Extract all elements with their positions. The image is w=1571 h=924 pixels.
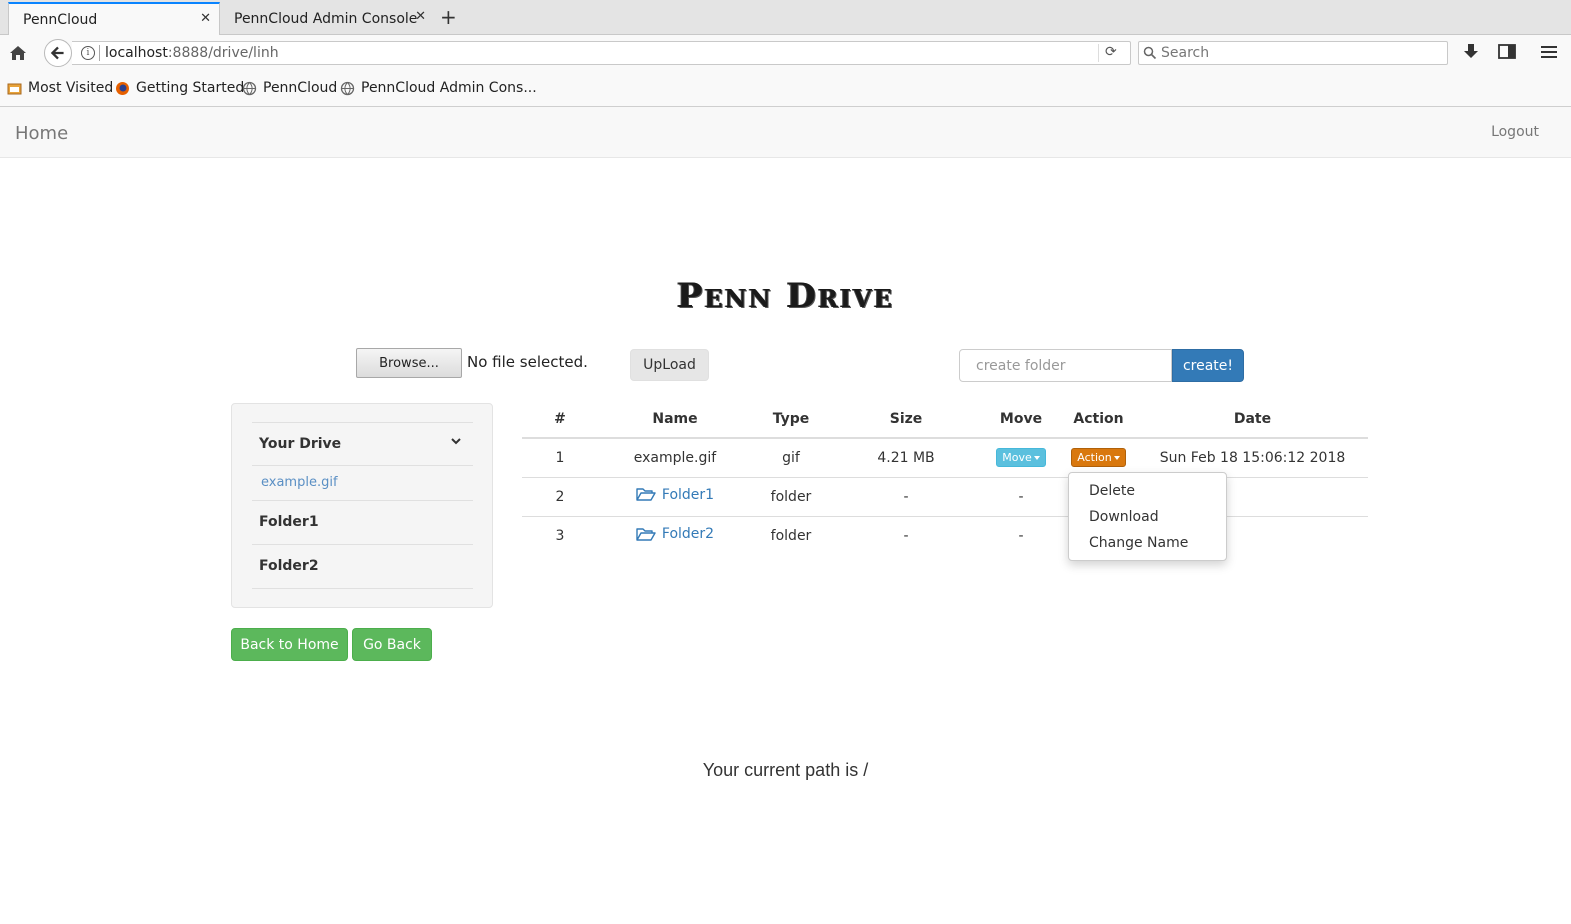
sidebar-item-folder1[interactable]: Folder1 <box>252 501 473 545</box>
row-number: 2 <box>522 476 598 516</box>
file-type: folder <box>752 515 830 555</box>
sidebar-item-label: Folder1 <box>259 514 319 530</box>
current-path-label: Your current path is / <box>702 760 869 780</box>
column-header: Type <box>752 401 830 439</box>
penn-drive-logo: Penn Drive <box>676 276 895 316</box>
bookmark-getting-started[interactable]: Getting Started <box>115 80 244 96</box>
close-icon[interactable]: ✕ <box>415 9 426 24</box>
caret-down-icon <box>1033 456 1040 461</box>
drive-sidebar: Your Drive example.gif Folder1 Folder2 <box>231 403 493 608</box>
folder-name-cell: Folder2 <box>598 515 752 555</box>
file-size: 4.21 MB <box>877 449 935 466</box>
file-type: gif <box>782 449 800 466</box>
folder1-link[interactable]: Folder1 <box>636 487 714 503</box>
row-number: 1 <box>555 449 565 466</box>
firefox-icon <box>116 81 129 95</box>
row-number: 3 <box>522 515 598 555</box>
chevron-down-icon <box>451 438 461 445</box>
caret-down-icon <box>1113 456 1120 461</box>
tab-penncloud[interactable]: PennCloud ✕ <box>8 2 220 35</box>
column-header: Name <box>598 401 752 439</box>
table-header-row: # Name Type Size Move Action Date <box>522 401 1368 439</box>
nav-home-link[interactable]: Home <box>15 123 68 144</box>
upload-button[interactable]: UpLoad <box>630 349 709 381</box>
file-name: example.gif <box>633 449 717 466</box>
sidebar-item-example-gif[interactable]: example.gif <box>252 466 473 501</box>
table-row: 2 Folder1 folder - - <box>522 476 1368 516</box>
url-bar[interactable]: i localhost:8888/drive/linh ⟳ <box>72 41 1131 65</box>
menu-item-delete[interactable]: Delete <box>1089 483 1135 499</box>
file-size: - <box>830 476 982 516</box>
search-icon <box>1143 46 1157 60</box>
sidebar-item-label: Folder2 <box>259 558 319 574</box>
back-to-home-button[interactable]: Back to Home <box>231 628 348 661</box>
close-icon[interactable]: ✕ <box>200 11 211 26</box>
your-drive-header[interactable]: Your Drive <box>252 422 473 466</box>
sidebar-item-folder2[interactable]: Folder2 <box>252 545 473 589</box>
url-text: localhost:8888/drive/linh <box>105 45 279 61</box>
table-row: 1 example.gif gif 4.21 MB Move Action Su… <box>522 438 1368 477</box>
move-cell: - <box>982 476 1060 516</box>
no-file-label: No file selected. <box>467 353 588 371</box>
tab-title: PennCloud <box>23 11 98 28</box>
site-navbar: Home Logout <box>0 107 1571 158</box>
column-header: Date <box>1137 401 1368 439</box>
folder-name-cell: Folder1 <box>598 476 752 516</box>
file-size: - <box>830 515 982 555</box>
bookmark-most-visited[interactable]: Most Visited <box>7 80 113 96</box>
go-back-button[interactable]: Go Back <box>352 628 432 661</box>
folder-icon <box>7 83 22 94</box>
sidebar-title: Your Drive <box>259 436 342 452</box>
globe-icon <box>242 81 257 95</box>
column-header: Size <box>830 401 982 439</box>
download-icon[interactable] <box>1463 43 1479 61</box>
bookmarks-bar: Most Visited Getting Started PennCloud P… <box>0 71 1571 107</box>
folder-open-icon <box>636 527 656 541</box>
bookmark-admin-console[interactable]: PennCloud Admin Cons... <box>340 80 537 96</box>
search-input[interactable]: Search <box>1138 41 1448 65</box>
browse-button[interactable]: Browse... <box>356 348 462 378</box>
menu-item-change-name[interactable]: Change Name <box>1089 535 1188 551</box>
column-header: Move <box>982 401 1060 439</box>
browser-tabbar: PennCloud ✕ PennCloud Admin Console ✕ + <box>0 0 1571 35</box>
files-table: # Name Type Size Move Action Date 1 exam… <box>522 401 1368 555</box>
file-type: folder <box>752 476 830 516</box>
info-icon[interactable]: i <box>81 46 95 60</box>
back-arrow-icon[interactable] <box>44 39 72 67</box>
menu-item-download[interactable]: Download <box>1089 509 1159 525</box>
move-dropdown-button[interactable]: Move <box>996 448 1046 468</box>
folder2-link[interactable]: Folder2 <box>636 526 714 542</box>
create-folder-button[interactable]: create! <box>1172 349 1244 382</box>
folder-open-icon <box>636 488 656 501</box>
move-cell: Move <box>982 438 1060 477</box>
home-icon[interactable] <box>9 44 27 62</box>
hamburger-menu-icon[interactable] <box>1540 43 1558 61</box>
tab-title: PennCloud Admin Console <box>234 10 418 27</box>
library-icon[interactable] <box>1498 43 1516 61</box>
action-dropdown-menu: Delete Download Change Name <box>1068 472 1227 561</box>
column-header: # <box>522 401 598 439</box>
browser-navbar: i localhost:8888/drive/linh ⟳ Search <box>0 35 1571 71</box>
column-header: Action <box>1060 401 1137 439</box>
globe-icon <box>340 81 355 95</box>
new-tab-icon[interactable]: + <box>440 5 457 29</box>
move-cell: - <box>982 515 1060 555</box>
bookmark-penncloud[interactable]: PennCloud <box>242 80 337 96</box>
logout-link[interactable]: Logout <box>1491 124 1539 140</box>
reload-icon[interactable]: ⟳ <box>1105 44 1117 60</box>
table-row: 3 Folder2 folder - - <box>522 515 1368 555</box>
sidebar-item-label: example.gif <box>261 475 338 490</box>
action-dropdown-button[interactable]: Action <box>1071 448 1126 468</box>
create-folder-input[interactable] <box>959 349 1172 382</box>
tab-admin-console[interactable]: PennCloud Admin Console ✕ <box>220 2 432 35</box>
